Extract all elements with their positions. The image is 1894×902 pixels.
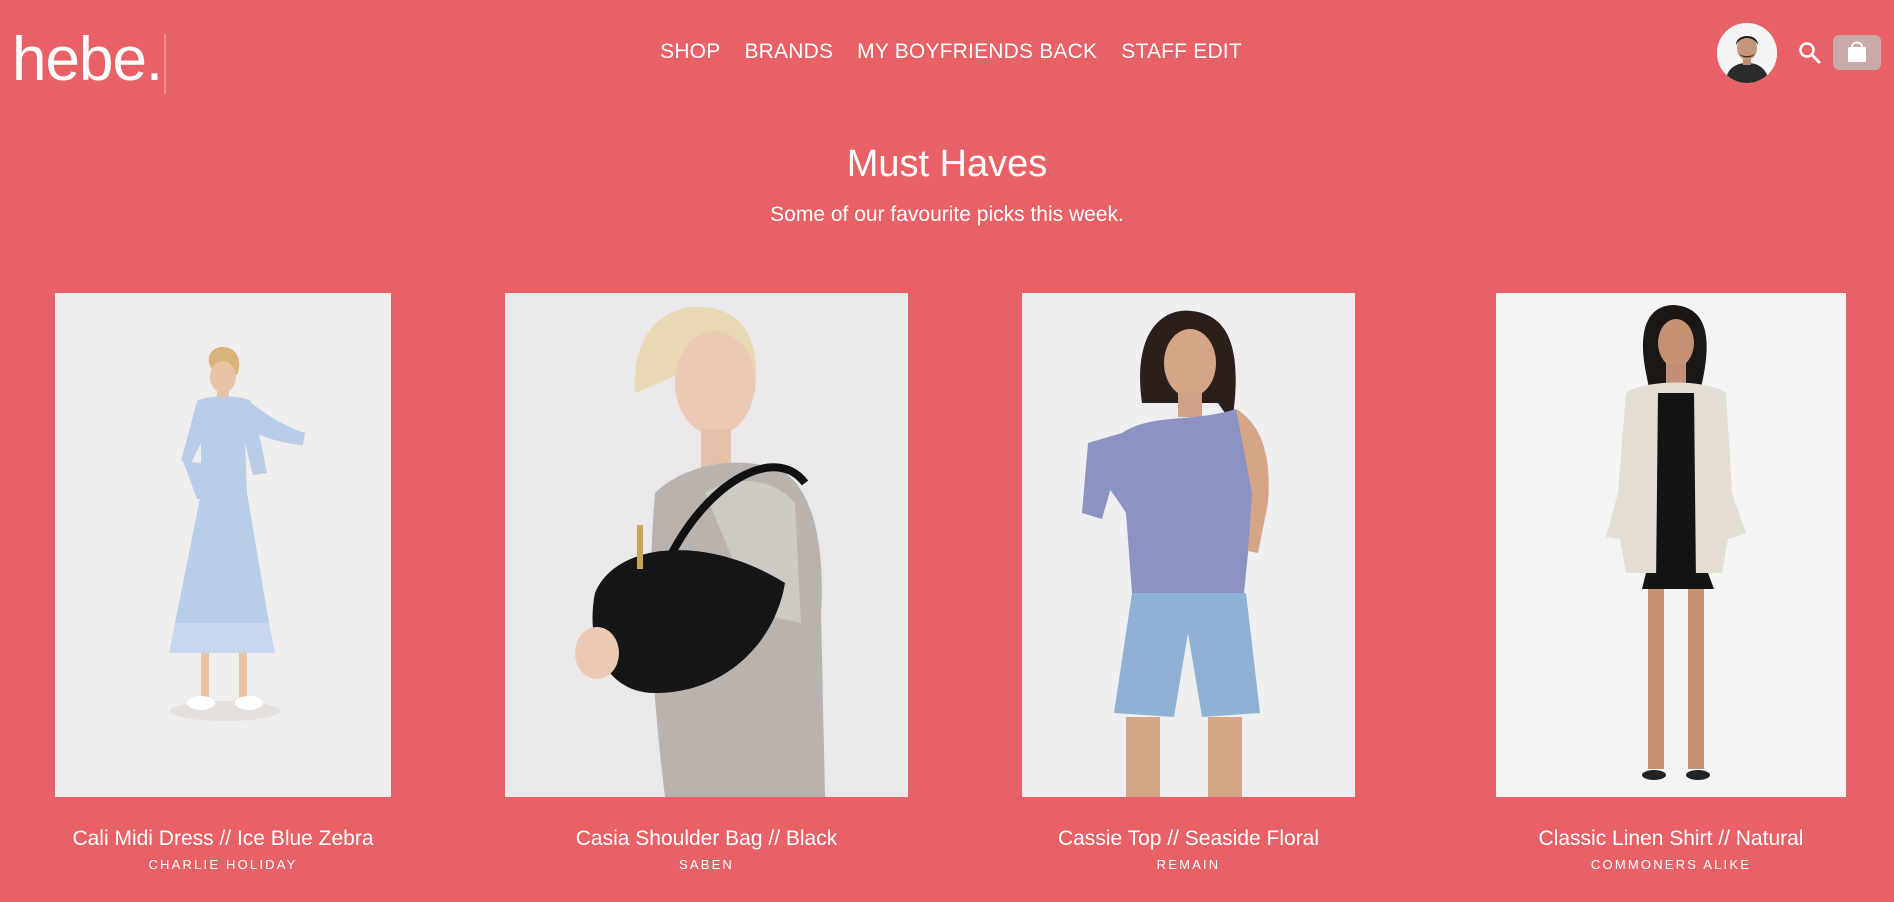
product-image[interactable]: [1496, 293, 1846, 797]
product-brand: REMAIN: [1156, 857, 1221, 872]
product-name[interactable]: Cassie Top // Seaside Floral: [962, 825, 1415, 853]
site-header: hebe. SHOP BRANDS MY BOYFRIENDS BACK STA…: [0, 0, 1894, 110]
product-brand: SABEN: [678, 857, 735, 872]
product-image[interactable]: [505, 293, 908, 797]
product-photo-shirt: [1496, 293, 1846, 797]
shopping-bag-icon: [1848, 41, 1866, 62]
price-peek: [55, 894, 391, 901]
section-title: Must Haves: [846, 143, 1048, 185]
price-peek: [1022, 894, 1355, 901]
nav-item-shop[interactable]: SHOP: [660, 38, 720, 66]
nav-item-my-boyfriends-back[interactable]: MY BOYFRIENDS BACK: [857, 38, 1097, 66]
price-peek: [505, 894, 908, 901]
product-photo-top: [1022, 293, 1355, 797]
main-nav: SHOP BRANDS MY BOYFRIENDS BACK STAFF EDI…: [0, 38, 1894, 66]
product-brand: CHARLIE HOLIDAY: [148, 857, 298, 872]
product-name[interactable]: Cali Midi Dress // Ice Blue Zebra: [0, 825, 451, 853]
cart-button[interactable]: [1833, 35, 1881, 70]
nav-item-brands[interactable]: BRANDS: [744, 38, 833, 66]
nav-item-staff-edit[interactable]: STAFF EDIT: [1121, 38, 1242, 66]
avatar-portrait: [1717, 23, 1777, 83]
price-peek: [1496, 894, 1846, 901]
product-image[interactable]: [1022, 293, 1355, 797]
product-photo-bag: [505, 293, 908, 797]
search-icon: [1799, 42, 1821, 64]
product-image[interactable]: [55, 293, 391, 797]
product-price-stub: [505, 891, 908, 901]
product-brand: COMMONERS ALIKE: [1590, 857, 1752, 872]
product-name[interactable]: Casia Shoulder Bag // Black: [445, 825, 968, 853]
user-avatar[interactable]: [1717, 23, 1777, 83]
product-price-stub: [1496, 891, 1846, 901]
product-price-stub: [55, 891, 391, 901]
product-name[interactable]: Classic Linen Shirt // Natural: [1436, 825, 1894, 853]
section-subtitle: Some of our favourite picks this week.: [770, 203, 1124, 226]
product-price-stub: [1022, 891, 1355, 901]
search-button[interactable]: [1797, 40, 1823, 66]
product-photo-dress: [55, 293, 391, 797]
